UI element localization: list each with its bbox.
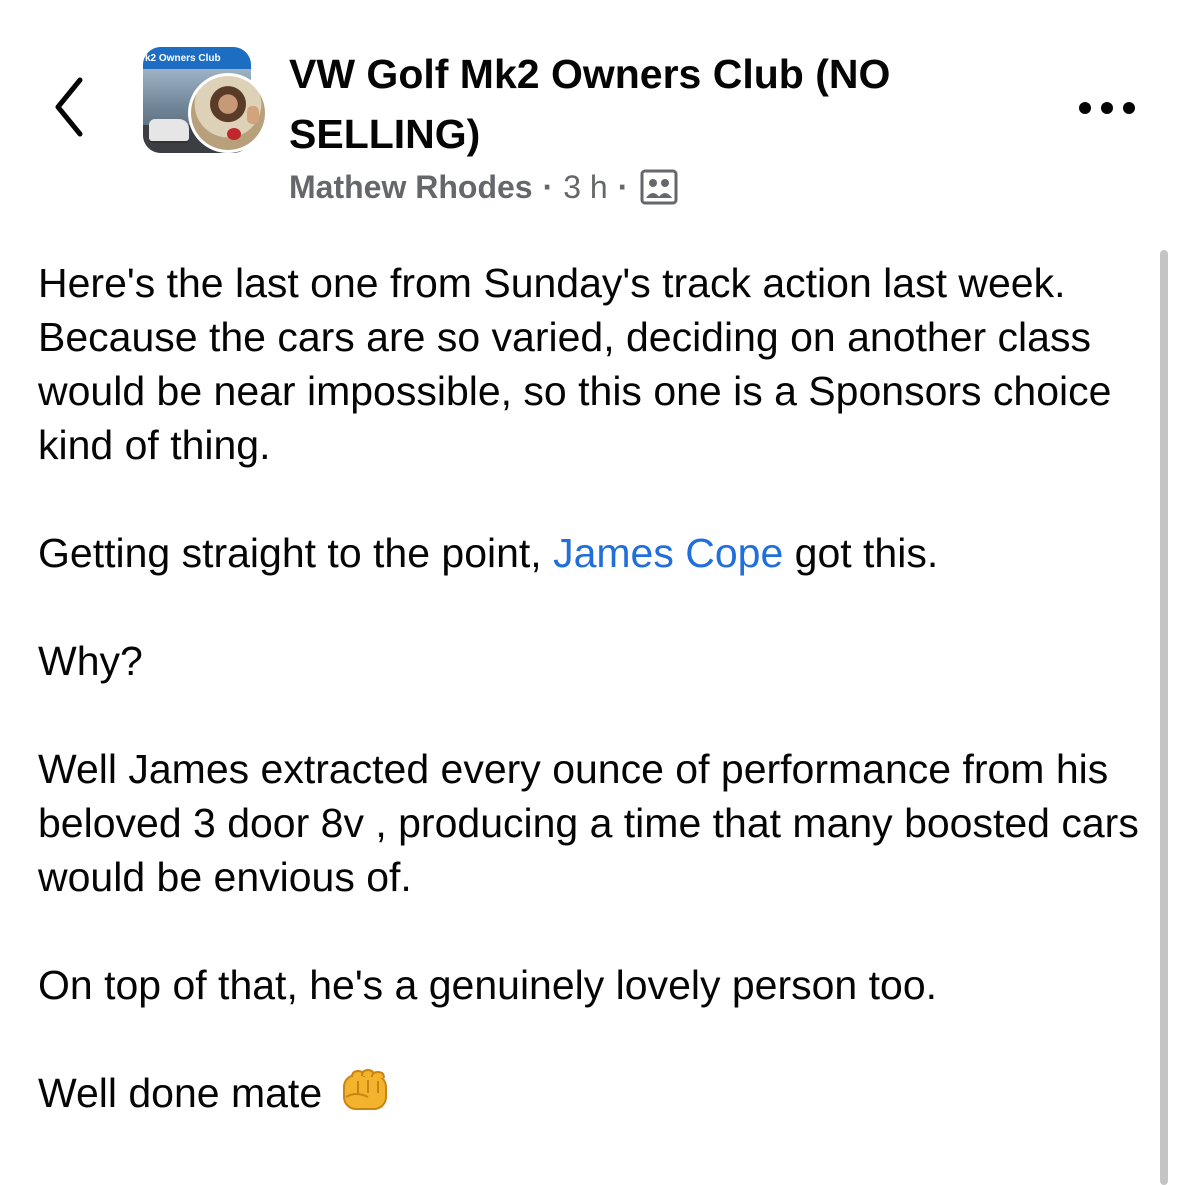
mention-link[interactable]: James Cope <box>553 530 783 576</box>
group-name-title[interactable]: VW Golf Mk2 Owners Club (NO SELLING) <box>289 44 1009 164</box>
post-paragraph: Here's the last one from Sunday's track … <box>38 260 1066 306</box>
author-avatar-photo <box>191 76 265 150</box>
post-text: Well done mate <box>38 1070 323 1116</box>
more-horizontal-icon <box>1079 102 1135 114</box>
group-members-icon[interactable] <box>640 169 678 205</box>
post-paragraph: Because the cars are so varied, deciding… <box>38 314 1112 468</box>
author-avatar[interactable] <box>188 73 268 153</box>
meta-separator: · <box>542 168 554 205</box>
chevron-left-icon <box>55 77 83 137</box>
scrollbar[interactable] <box>1160 250 1168 1185</box>
author-name[interactable]: Mathew Rhodes <box>289 169 533 206</box>
post-text: Getting straight to the point, <box>38 530 554 576</box>
back-button[interactable] <box>48 74 92 140</box>
meta-separator: · <box>617 168 629 205</box>
group-avatar-banner: k2 Owners Club <box>143 47 251 69</box>
post-paragraph: Well done mate <box>38 1066 1148 1120</box>
post-body: Here's the last one from Sunday's track … <box>38 256 1148 1120</box>
post-time[interactable]: 3 h <box>563 169 607 206</box>
post-paragraph: On top of that, he's a genuinely lovely … <box>38 962 938 1008</box>
post-paragraph: Well James extracted every ounce of perf… <box>38 746 1139 900</box>
more-options-button[interactable] <box>1076 96 1138 120</box>
post-meta: Mathew Rhodes · 3 h · <box>289 165 678 209</box>
post-paragraph: Why? <box>38 638 143 684</box>
post-paragraph: Getting straight to the point, James Cop… <box>38 526 1148 580</box>
oncoming-fist-emoji-icon <box>342 1068 387 1110</box>
post-text: got this. <box>783 530 939 576</box>
